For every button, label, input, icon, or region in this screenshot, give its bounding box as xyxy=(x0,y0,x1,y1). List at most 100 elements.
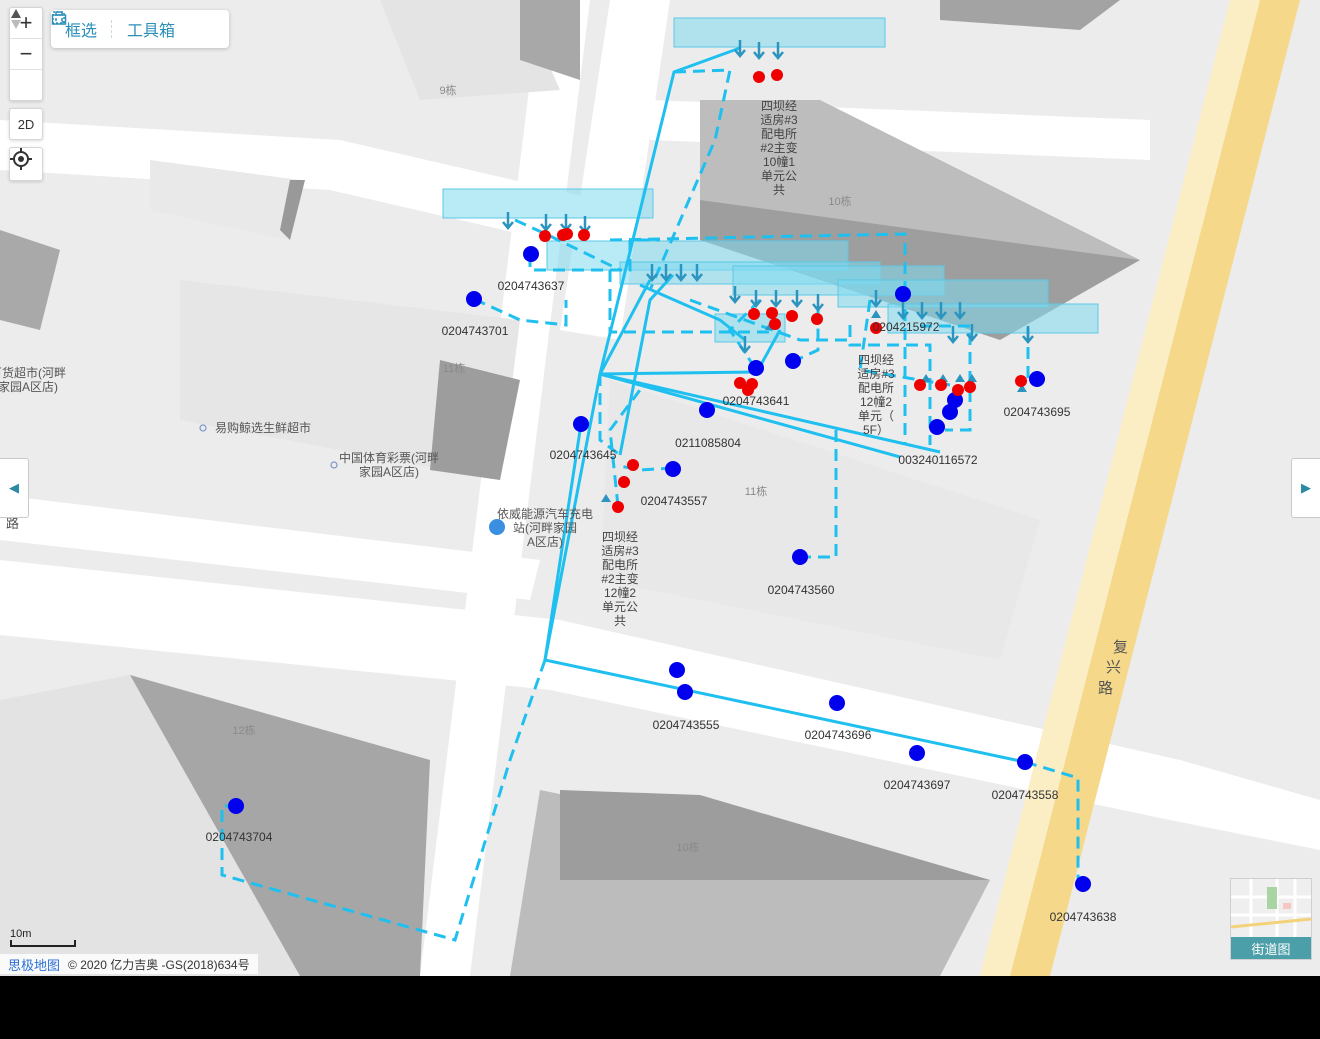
device-id-label: 0204743696 xyxy=(805,728,872,742)
dashed-cable xyxy=(1024,760,1083,886)
highlight-box xyxy=(442,188,654,219)
poi-icon xyxy=(330,461,338,469)
right-panel-toggle[interactable]: ▶ xyxy=(1291,458,1320,518)
device-dot-red xyxy=(786,310,798,322)
device-id-label: 0204743638 xyxy=(1050,910,1117,924)
chevron-right-icon: ▶ xyxy=(1301,480,1311,495)
arrow-up-icon xyxy=(955,374,965,382)
dashed-cable xyxy=(800,430,838,559)
arrow-down-icon xyxy=(812,294,824,312)
dashed-cable xyxy=(220,659,547,942)
grid-overlay: 9栋10栋11栋11栋12栋10栋复兴路路易购鲸选生鲜超市中国体育彩票(河畔家园… xyxy=(0,17,1128,942)
device-dot-red xyxy=(914,379,926,391)
building-label: 12栋 xyxy=(232,723,255,737)
station-label: 四坝经适房#3 配电所#2主变 10幢1 单元公共 xyxy=(760,99,798,197)
device-dot-red xyxy=(811,313,823,325)
brand-link[interactable]: 思极地图 xyxy=(0,955,68,974)
map-canvas[interactable]: 9栋 10栋 11栋 11栋 12栋 10栋复兴路路易购鲸选生鲜超市 中国体育彩票(河畔家园… xyxy=(0,0,1320,976)
building-label: 10栋 xyxy=(828,194,851,208)
poi-label: 百货超市(河畔家园A区店) xyxy=(0,365,66,394)
device-id-label: 0204743641 xyxy=(723,394,790,408)
device-dot-red xyxy=(618,476,630,488)
map-credits: 思极地图 © 2020 亿力吉奥 -GS(2018)634号 xyxy=(0,954,258,974)
building-label: 10栋 xyxy=(676,840,699,854)
device-dot-red xyxy=(753,71,765,83)
solid-cable xyxy=(618,273,675,456)
device-dot-red xyxy=(627,459,639,471)
highlight-box xyxy=(673,17,886,48)
scale-label: 10m xyxy=(10,928,32,940)
device-id-label: 0204743555 xyxy=(653,718,720,732)
arrow-up-icon xyxy=(601,494,611,502)
device-dot-red xyxy=(771,69,783,81)
zoom-out-button[interactable]: − xyxy=(10,38,42,69)
device-id-label: 0204743558 xyxy=(992,788,1059,802)
device-id-label: 0204743701 xyxy=(442,324,509,338)
device-dot-blue xyxy=(748,360,764,376)
street-view-button[interactable]: 街道图 xyxy=(1230,878,1312,960)
station-label: 四坝经适房#3 配电所#2主变 12幢2 单元公共 xyxy=(601,530,639,628)
compass-button[interactable] xyxy=(10,9,42,100)
map-toolbar: 框选 工具箱 xyxy=(51,10,229,48)
road-label: 兴 xyxy=(1106,659,1121,676)
device-dot-red xyxy=(1015,375,1027,387)
zoom-control: + − xyxy=(9,7,43,101)
chevron-left-icon: ◀ xyxy=(9,480,19,495)
device-dot-blue xyxy=(785,353,801,369)
mode-2d-button[interactable]: 2D xyxy=(9,108,43,140)
locate-button[interactable] xyxy=(9,147,43,181)
locate-icon xyxy=(10,148,32,170)
device-id-label: 0211085804 xyxy=(675,436,741,450)
device-dot-blue xyxy=(829,695,845,711)
road-label: 复 xyxy=(1113,638,1128,656)
device-dot-blue xyxy=(573,416,589,432)
building-label: 11栋 xyxy=(745,484,767,498)
device-dot-blue xyxy=(942,404,958,420)
device-id-label: 0204743695 xyxy=(1004,405,1071,419)
device-id-label: 0204743560 xyxy=(768,583,835,597)
device-dot-red xyxy=(561,228,573,240)
device-dot-blue xyxy=(1029,371,1045,387)
solid-cable xyxy=(598,279,652,375)
copyright-text: © 2020 亿力吉奥 -GS(2018)634号 xyxy=(68,957,250,972)
toolbox-icon xyxy=(51,11,67,25)
device-dot-red xyxy=(578,229,590,241)
left-panel-toggle[interactable]: ◀ xyxy=(0,458,29,518)
street-view-label: 街道图 xyxy=(1231,937,1311,959)
poi-label: 依威能源汽车充电站(河畔家园 A区店) xyxy=(497,506,593,549)
device-dot-blue xyxy=(1017,754,1033,770)
device-dot-red xyxy=(612,501,624,513)
charging-station-icon xyxy=(489,519,505,535)
building-label: 11栋 xyxy=(443,361,465,375)
device-id-label: 0204215972 xyxy=(873,320,940,334)
device-id-label: 003240116572 xyxy=(898,453,978,467)
dashed-cable xyxy=(473,297,568,327)
toolbox-button[interactable]: 工具箱 xyxy=(51,11,189,41)
poi-label: 易购鲸选生鲜超市 xyxy=(215,420,311,435)
road-label: 路 xyxy=(1098,680,1113,697)
building-label: 9栋 xyxy=(439,83,456,97)
device-dot-blue xyxy=(909,745,925,761)
device-id-label: 0204743697 xyxy=(884,778,951,792)
device-dot-blue xyxy=(466,291,482,307)
arrow-up-icon xyxy=(871,310,881,318)
device-dot-blue xyxy=(665,461,681,477)
toolbox-label: 工具箱 xyxy=(127,23,176,40)
device-dot-red xyxy=(766,307,778,319)
device-dot-blue xyxy=(677,684,693,700)
device-dot-red xyxy=(748,308,760,320)
road-label: 路 xyxy=(6,516,19,531)
device-dot-blue xyxy=(929,419,945,435)
poi-label: 中国体育彩票(河畔家园A区店) xyxy=(339,450,439,479)
poi-icon xyxy=(199,424,207,432)
device-dot-red xyxy=(964,381,976,393)
device-dot-red xyxy=(952,384,964,396)
scale-bar xyxy=(10,940,76,947)
device-dot-red xyxy=(746,378,758,390)
device-dot-blue xyxy=(228,798,244,814)
device-id-label: 0204743637 xyxy=(498,279,565,293)
device-dot-red xyxy=(935,379,947,391)
device-dot-red xyxy=(769,318,781,330)
compass-icon xyxy=(11,9,21,29)
station-label: 四坝经适房#3 配电所 12幢2 单元（ 5F） xyxy=(857,353,895,437)
